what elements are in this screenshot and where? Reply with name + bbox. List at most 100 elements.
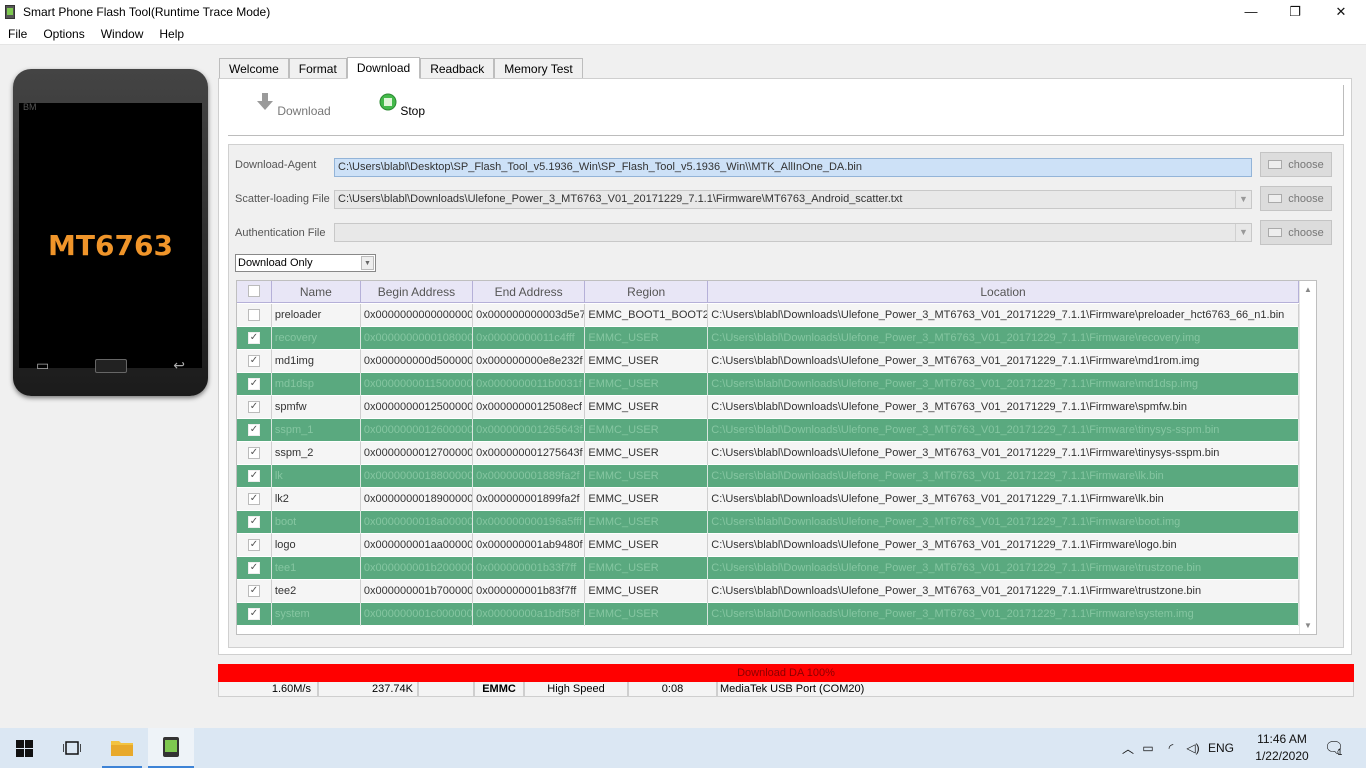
column-region[interactable]: Region bbox=[585, 281, 709, 303]
close-button[interactable]: ✕ bbox=[1318, 0, 1364, 23]
tab-format[interactable]: Format bbox=[288, 58, 347, 79]
row-checkbox[interactable]: ✓ bbox=[247, 493, 260, 505]
download-agent-field[interactable]: C:\Users\blabl\Desktop\SP_Flash_Tool_v5.… bbox=[334, 158, 1252, 177]
table-row[interactable]: ✓ sspm_2 0x0000000012700000 0x0000000012756… bbox=[237, 442, 1299, 465]
table-row[interactable]: ✓ md1img 0x000000000d500000 0x000000000e8e2… bbox=[237, 350, 1299, 373]
cell-end: 0x000000001265643f bbox=[473, 419, 586, 442]
folder-icon bbox=[1268, 228, 1283, 237]
cell-end: 0x000000000196a5fff bbox=[473, 511, 586, 534]
menu-file[interactable]: File bbox=[0, 27, 35, 41]
battery-icon[interactable]: ▭ bbox=[1136, 741, 1160, 755]
file-explorer-taskbar-icon[interactable] bbox=[102, 728, 142, 768]
cell-location: C:\Users\blabl\Downloads\Ulefone_Power_3… bbox=[708, 488, 1299, 511]
stop-button[interactable]: Stop bbox=[379, 93, 425, 118]
tab-readback[interactable]: Readback bbox=[420, 58, 495, 79]
language-indicator[interactable]: ENG bbox=[1204, 741, 1238, 755]
download-agent-choose-button[interactable]: choose bbox=[1260, 152, 1332, 177]
volume-icon[interactable]: ◁) bbox=[1182, 741, 1204, 755]
menu-bar: File Options Window Help bbox=[0, 23, 1366, 45]
notification-center[interactable]: 🗨 1 bbox=[1324, 728, 1352, 768]
column-name[interactable]: Name bbox=[272, 281, 361, 303]
wifi-icon[interactable]: ◜ bbox=[1160, 741, 1182, 755]
stop-icon bbox=[379, 93, 397, 111]
back-key-icon: ↩ bbox=[173, 357, 185, 373]
row-checkbox[interactable]: ✓ bbox=[247, 355, 260, 367]
download-mode-select[interactable]: Download Only ▼ bbox=[235, 254, 376, 272]
restore-button[interactable]: ❐ bbox=[1272, 0, 1318, 23]
status-blank bbox=[418, 682, 474, 697]
cell-begin: 0x000000000d500000 bbox=[361, 350, 474, 373]
menu-window[interactable]: Window bbox=[93, 27, 152, 41]
authentication-file-field[interactable]: ▼ bbox=[334, 223, 1252, 242]
cell-name: md1img bbox=[272, 350, 361, 373]
choose-label: choose bbox=[1288, 192, 1324, 205]
row-checkbox-cell: ✓ bbox=[237, 557, 272, 580]
system-tray: ︿ ▭ ◜ ◁) ENG bbox=[1120, 728, 1238, 768]
row-checkbox[interactable]: ✓ bbox=[247, 539, 260, 551]
menu-options[interactable]: Options bbox=[35, 27, 92, 41]
table-row[interactable]: preloader 0x0000000000000000 0x00000000000… bbox=[237, 304, 1299, 327]
flash-tool-taskbar-icon[interactable] bbox=[148, 728, 194, 768]
cell-location: C:\Users\blabl\Downloads\Ulefone_Power_3… bbox=[708, 465, 1299, 488]
download-button[interactable]: Download bbox=[256, 93, 331, 118]
table-row[interactable]: ✓ recovery 0x0000000000108000 0x00000000011… bbox=[237, 327, 1299, 350]
cell-location: C:\Users\blabl\Downloads\Ulefone_Power_3… bbox=[708, 442, 1299, 465]
row-checkbox[interactable]: ✓ bbox=[247, 470, 260, 482]
table-scrollbar[interactable]: ▲ ▼ bbox=[1299, 281, 1316, 634]
row-checkbox[interactable]: ✓ bbox=[247, 401, 260, 413]
table-row[interactable]: ✓ logo 0x000000001aa00000 0x000000001ab9480… bbox=[237, 534, 1299, 557]
cell-region: EMMC_USER bbox=[585, 557, 709, 580]
table-row[interactable]: ✓ tee1 0x000000001b200000 0x000000001b33f7f… bbox=[237, 557, 1299, 580]
minimize-button[interactable]: — bbox=[1228, 0, 1274, 23]
task-view-icon[interactable] bbox=[58, 728, 86, 768]
table-row[interactable]: ✓ sspm_1 0x0000000012600000 0x0000000012656… bbox=[237, 419, 1299, 442]
table-row[interactable]: ✓ lk2 0x0000000018900000 0x000000001899fa2f… bbox=[237, 488, 1299, 511]
scatter-file-choose-button[interactable]: choose bbox=[1260, 186, 1332, 211]
table-row[interactable]: ✓ spmfw 0x0000000012500000 0x0000000012508e… bbox=[237, 396, 1299, 419]
select-all-checkbox[interactable] bbox=[247, 285, 260, 297]
cell-region: EMMC_USER bbox=[585, 488, 709, 511]
table-row[interactable]: ✓ lk 0x0000000018800000 0x000000001889fa2f E… bbox=[237, 465, 1299, 488]
row-checkbox-cell: ✓ bbox=[237, 511, 272, 534]
row-checkbox[interactable]: ✓ bbox=[247, 424, 260, 436]
menu-help[interactable]: Help bbox=[151, 27, 192, 41]
cell-name: system bbox=[272, 603, 361, 626]
chevron-up-icon[interactable]: ︿ bbox=[1120, 740, 1136, 757]
cell-location: C:\Users\blabl\Downloads\Ulefone_Power_3… bbox=[708, 534, 1299, 557]
cell-begin: 0x0000000018800000 bbox=[361, 465, 474, 488]
row-checkbox[interactable]: ✓ bbox=[247, 562, 260, 574]
scroll-down-icon[interactable]: ▼ bbox=[1304, 621, 1312, 630]
cell-begin: 0x000000001c000000 bbox=[361, 603, 474, 626]
column-location[interactable]: Location bbox=[708, 281, 1299, 303]
table-row[interactable]: ✓ boot 0x0000000018a00000 0x000000000196a5f… bbox=[237, 511, 1299, 534]
scroll-up-icon[interactable]: ▲ bbox=[1304, 285, 1312, 294]
row-checkbox[interactable]: ✓ bbox=[247, 585, 260, 597]
cell-end: 0x000000001899fa2f bbox=[473, 488, 586, 511]
cell-location: C:\Users\blabl\Downloads\Ulefone_Power_3… bbox=[708, 327, 1299, 350]
tab-memory-test[interactable]: Memory Test bbox=[494, 58, 583, 79]
table-row[interactable]: ✓ system 0x000000001c000000 0x00000000a1bdf… bbox=[237, 603, 1299, 626]
windows-start-icon[interactable] bbox=[12, 728, 36, 768]
scatter-file-value: C:\Users\blabl\Downloads\Ulefone_Power_3… bbox=[338, 193, 903, 205]
column-begin-address[interactable]: Begin Address bbox=[361, 281, 474, 303]
row-checkbox[interactable]: ✓ bbox=[247, 447, 260, 459]
cell-region: EMMC_BOOT1_BOOT2 bbox=[585, 304, 709, 327]
clock[interactable]: 11:46 AM 1/22/2020 bbox=[1252, 728, 1312, 768]
scatter-file-field[interactable]: C:\Users\blabl\Downloads\Ulefone_Power_3… bbox=[334, 190, 1252, 209]
row-checkbox[interactable]: ✓ bbox=[247, 378, 260, 390]
table-row[interactable]: ✓ tee2 0x000000001b700000 0x000000001b83f7f… bbox=[237, 580, 1299, 603]
row-checkbox[interactable]: ✓ bbox=[247, 332, 260, 344]
row-checkbox[interactable]: ✓ bbox=[247, 516, 260, 528]
row-checkbox[interactable]: ✓ bbox=[247, 608, 260, 620]
cell-end: 0x000000001b83f7ff bbox=[473, 580, 586, 603]
row-checkbox-cell: ✓ bbox=[237, 603, 272, 626]
chevron-down-icon[interactable]: ▼ bbox=[1235, 191, 1251, 208]
folder-icon bbox=[1268, 160, 1283, 169]
column-end-address[interactable]: End Address bbox=[473, 281, 586, 303]
authentication-file-choose-button[interactable]: choose bbox=[1260, 220, 1332, 245]
row-checkbox[interactable] bbox=[247, 309, 260, 321]
chevron-down-icon[interactable]: ▼ bbox=[1235, 224, 1251, 241]
tab-download[interactable]: Download bbox=[346, 57, 421, 79]
tab-welcome[interactable]: Welcome bbox=[219, 58, 289, 79]
table-row[interactable]: ✓ md1dsp 0x0000000011500000 0x0000000011b00… bbox=[237, 373, 1299, 396]
